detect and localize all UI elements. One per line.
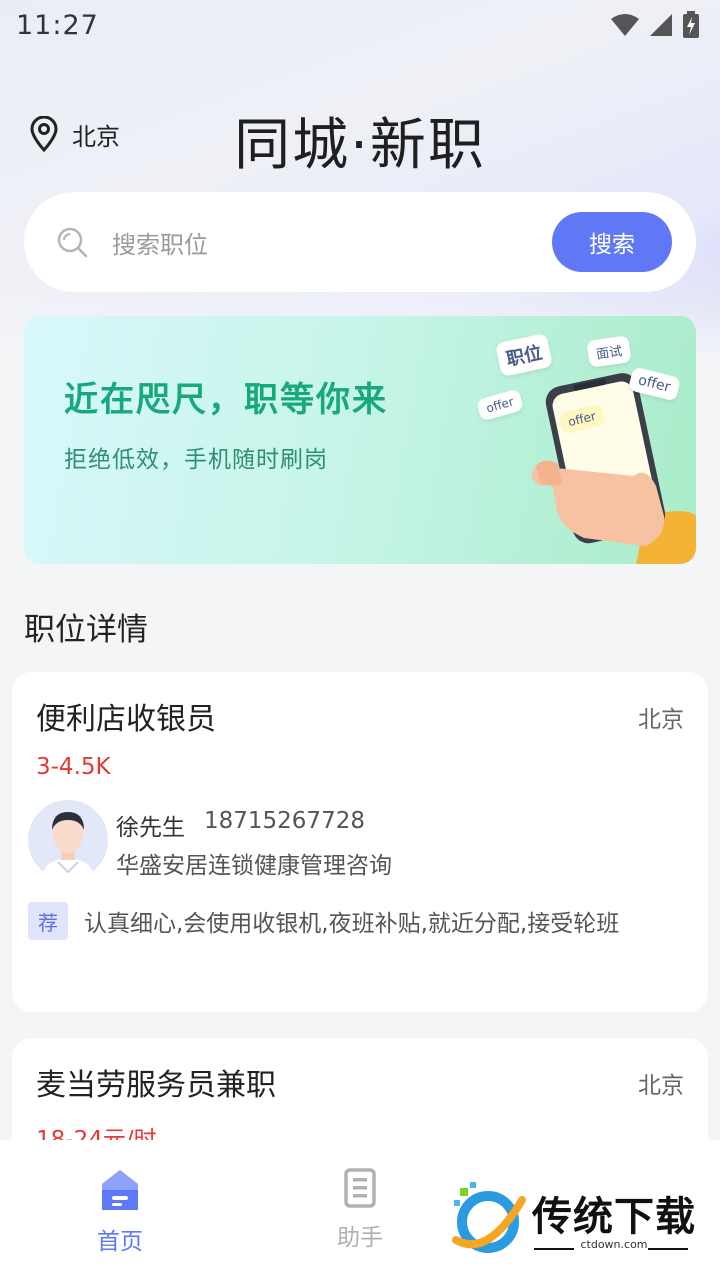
job-title: 麦当劳服务员兼职 bbox=[36, 1068, 276, 1103]
watermark-title: 传统下载 bbox=[532, 1194, 696, 1240]
signal-icon bbox=[650, 14, 672, 36]
avatar bbox=[28, 800, 108, 880]
status-bar: 11:27 bbox=[0, 0, 720, 50]
header: 北京 同城·新职 bbox=[0, 100, 720, 178]
contact-phone[interactable]: 18715267728 bbox=[204, 808, 365, 834]
person-avatar-icon bbox=[28, 800, 108, 880]
nav-item-home[interactable]: 首页 bbox=[60, 1168, 180, 1256]
banner-title: 近在咫尺，职等你来 bbox=[64, 380, 388, 420]
nav-label-helper: 助手 bbox=[337, 1225, 383, 1251]
contact-name: 徐先生 bbox=[116, 815, 185, 841]
nav-item-helper[interactable]: 助手 bbox=[300, 1168, 420, 1252]
search-icon bbox=[57, 227, 88, 258]
search-input[interactable]: 搜索职位 bbox=[112, 225, 552, 260]
company-name: 华盛安居连锁健康管理咨询 bbox=[116, 853, 392, 879]
job-city: 北京 bbox=[638, 1073, 684, 1099]
job-card[interactable]: 便利店收银员 北京 3-4.5K 徐先生 18715267728 华盛安居连锁健… bbox=[12, 672, 708, 1012]
wifi-icon bbox=[611, 14, 639, 36]
nav-label-home: 首页 bbox=[97, 1229, 143, 1255]
watermark-divider bbox=[648, 1248, 688, 1250]
job-highlights: 认真细心,会使用收银机,夜班补贴,就近分配,接受轮班 bbox=[84, 911, 620, 937]
home-icon bbox=[102, 1170, 138, 1210]
job-title: 便利店收银员 bbox=[36, 702, 216, 737]
search-bar[interactable]: 搜索职位 搜索 bbox=[24, 192, 696, 292]
status-icons bbox=[610, 11, 700, 39]
app-title: 同城·新职 bbox=[234, 113, 486, 178]
search-button[interactable]: 搜索 bbox=[552, 212, 672, 272]
battery-icon bbox=[683, 11, 699, 38]
banner-subtitle: 拒绝低效，手机随时刷岗 bbox=[64, 447, 328, 473]
watermark-logo-icon bbox=[452, 1182, 526, 1253]
status-time: 11:27 bbox=[16, 9, 99, 41]
section-title: 职位详情 bbox=[24, 612, 148, 648]
notebook-icon bbox=[344, 1168, 376, 1208]
job-salary: 3-4.5K bbox=[36, 754, 111, 780]
watermark: 传统下载 ctdown.com bbox=[448, 1180, 698, 1260]
job-city: 北京 bbox=[638, 707, 684, 733]
promo-banner[interactable]: 近在咫尺，职等你来 拒绝低效，手机随时刷岗 职位 面试 offer offer … bbox=[24, 316, 696, 564]
recommend-badge: 荐 bbox=[28, 902, 68, 940]
